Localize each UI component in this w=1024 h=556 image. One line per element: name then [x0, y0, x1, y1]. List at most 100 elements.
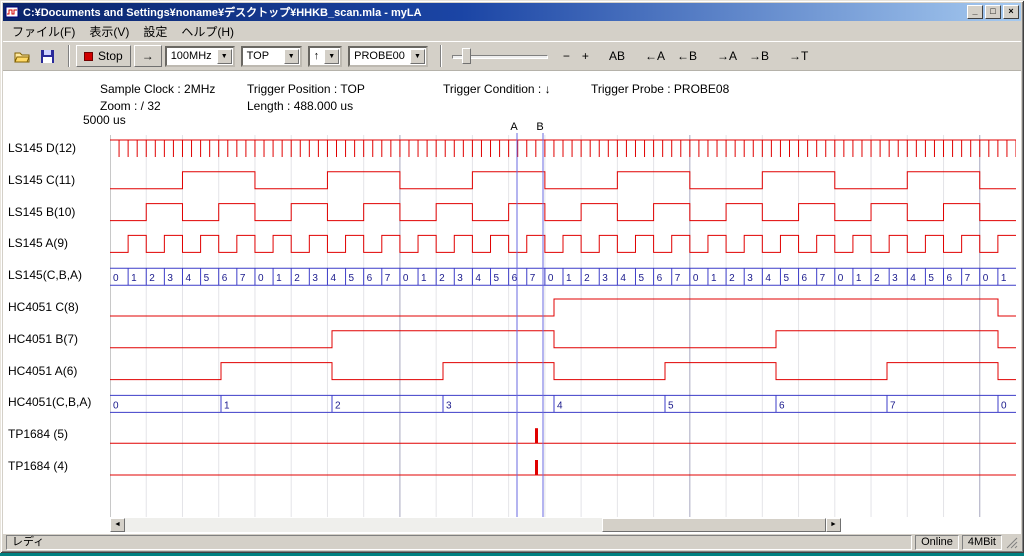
svg-text:7: 7 [240, 273, 246, 284]
svg-text:4: 4 [330, 273, 336, 284]
minimize-button[interactable]: _ [967, 5, 983, 19]
svg-text:5: 5 [783, 273, 789, 284]
zoom-in-button[interactable]: + [577, 45, 594, 67]
length-info: Length : 488.000 us [247, 99, 353, 113]
svg-text:4: 4 [185, 273, 191, 284]
svg-text:7: 7 [675, 273, 681, 284]
trigger-position-select[interactable]: TOP ▼ [241, 46, 302, 67]
close-button[interactable]: × [1003, 5, 1019, 19]
svg-text:1: 1 [224, 400, 230, 411]
channel-label: HC4051 B(7) [8, 332, 78, 348]
channel-label: LS145 D(12) [8, 141, 76, 157]
move-right-to-a-button[interactable]: →A [712, 45, 742, 67]
chevron-down-icon[interactable]: ▼ [324, 49, 339, 64]
svg-text:0: 0 [113, 400, 119, 411]
goto-ab-button[interactable]: AB [604, 45, 630, 67]
scroll-right-icon[interactable]: ► [826, 518, 841, 532]
channel-label: HC4051 C(8) [8, 300, 79, 316]
chevron-down-icon[interactable]: ▼ [284, 49, 299, 64]
menu-settings[interactable]: 設定 [136, 21, 174, 42]
zoom-slider[interactable] [452, 45, 548, 67]
zoom-out-button[interactable]: − [558, 45, 575, 67]
channel-label: HC4051(C,B,A) [8, 395, 91, 411]
svg-text:0: 0 [838, 273, 844, 284]
menu-help[interactable]: ヘルプ(H) [174, 21, 241, 42]
svg-text:2: 2 [874, 273, 880, 284]
svg-text:6: 6 [779, 400, 785, 411]
scrollbar-thumb[interactable] [602, 518, 826, 532]
svg-text:7: 7 [385, 273, 391, 284]
save-file-button[interactable] [37, 47, 58, 66]
svg-text:2: 2 [439, 273, 445, 284]
stop-label: Stop [98, 49, 123, 63]
sample-rate-select[interactable]: 100MHz ▼ [165, 46, 235, 67]
channel-label: LS145 A(9) [8, 236, 68, 252]
svg-text:2: 2 [335, 400, 341, 411]
channel-label: LS145(C,B,A) [8, 268, 82, 284]
menu-file[interactable]: ファイル(F) [5, 21, 82, 42]
svg-text:B: B [536, 121, 543, 133]
goto-trigger-button[interactable]: →T [784, 45, 813, 67]
open-file-button[interactable] [11, 47, 33, 66]
move-left-to-a-button[interactable]: ←A [640, 45, 670, 67]
resize-grip[interactable] [1005, 536, 1018, 549]
svg-text:1: 1 [566, 273, 572, 284]
move-right-to-b-button[interactable]: →B [744, 45, 774, 67]
zoom-info: Zoom : / 32 [100, 99, 161, 113]
trigger-edge-select[interactable]: ↑ ▼ [308, 46, 343, 67]
run-arrow-icon: → [142, 49, 154, 63]
move-left-to-b-button[interactable]: ←B [672, 45, 702, 67]
menu-bar: ファイル(F) 表示(V) 設定 ヘルプ(H) [3, 21, 1021, 41]
open-folder-icon [14, 49, 30, 64]
chevron-down-icon[interactable]: ▼ [217, 49, 232, 64]
title-bar[interactable]: C:¥Documents and Settings¥noname¥デスクトップ¥… [3, 3, 1021, 21]
scrollbar-track[interactable] [125, 518, 826, 532]
menu-view[interactable]: 表示(V) [82, 21, 136, 42]
stop-button[interactable]: Stop [76, 45, 131, 67]
zoom-slider-thumb[interactable] [462, 48, 471, 64]
sample-clock-info: Sample Clock : 2MHz [100, 82, 215, 96]
run-button[interactable]: → [134, 45, 162, 67]
status-online: Online [915, 535, 959, 550]
svg-text:4: 4 [475, 273, 481, 284]
svg-text:3: 3 [457, 273, 463, 284]
svg-text:3: 3 [167, 273, 173, 284]
svg-text:3: 3 [446, 400, 452, 411]
channel-label: TP1684 (4) [8, 459, 68, 475]
svg-text:6: 6 [367, 273, 373, 284]
svg-text:7: 7 [890, 400, 896, 411]
probe-select[interactable]: PROBE00 ▼ [348, 46, 428, 67]
maximize-button[interactable]: □ [985, 5, 1001, 19]
channel-label: LS145 B(10) [8, 205, 75, 221]
svg-text:4: 4 [765, 273, 771, 284]
svg-text:0: 0 [258, 273, 264, 284]
svg-text:A: A [510, 121, 518, 133]
horizontal-scrollbar[interactable]: ◄ ► [110, 518, 841, 532]
svg-text:5: 5 [668, 400, 674, 411]
svg-text:0: 0 [1001, 400, 1007, 411]
svg-text:2: 2 [149, 273, 155, 284]
svg-text:1: 1 [131, 273, 137, 284]
save-floppy-icon [40, 49, 55, 64]
scroll-left-icon[interactable]: ◄ [110, 518, 125, 532]
svg-text:1: 1 [856, 273, 862, 284]
channel-label: LS145 C(11) [8, 173, 75, 189]
svg-text:0: 0 [693, 273, 699, 284]
svg-text:4: 4 [910, 273, 916, 284]
chevron-down-icon[interactable]: ▼ [410, 49, 425, 64]
client-area: Sample Clock : 2MHz Trigger Position : T… [3, 71, 1021, 534]
status-bar: レディ Online 4MBit [3, 534, 1021, 551]
channel-label: HC4051 A(6) [8, 364, 77, 380]
svg-text:6: 6 [657, 273, 663, 284]
svg-text:5: 5 [494, 273, 500, 284]
svg-text:7: 7 [965, 273, 971, 284]
svg-text:5: 5 [349, 273, 355, 284]
status-memory: 4MBit [962, 535, 1002, 550]
svg-text:3: 3 [747, 273, 753, 284]
waveform-plot[interactable]: 0123456701234567012345670123456701234567… [110, 119, 1016, 517]
svg-text:6: 6 [947, 273, 953, 284]
svg-text:1: 1 [1001, 273, 1007, 284]
svg-text:5: 5 [638, 273, 644, 284]
svg-text:1: 1 [276, 273, 282, 284]
svg-text:2: 2 [584, 273, 590, 284]
